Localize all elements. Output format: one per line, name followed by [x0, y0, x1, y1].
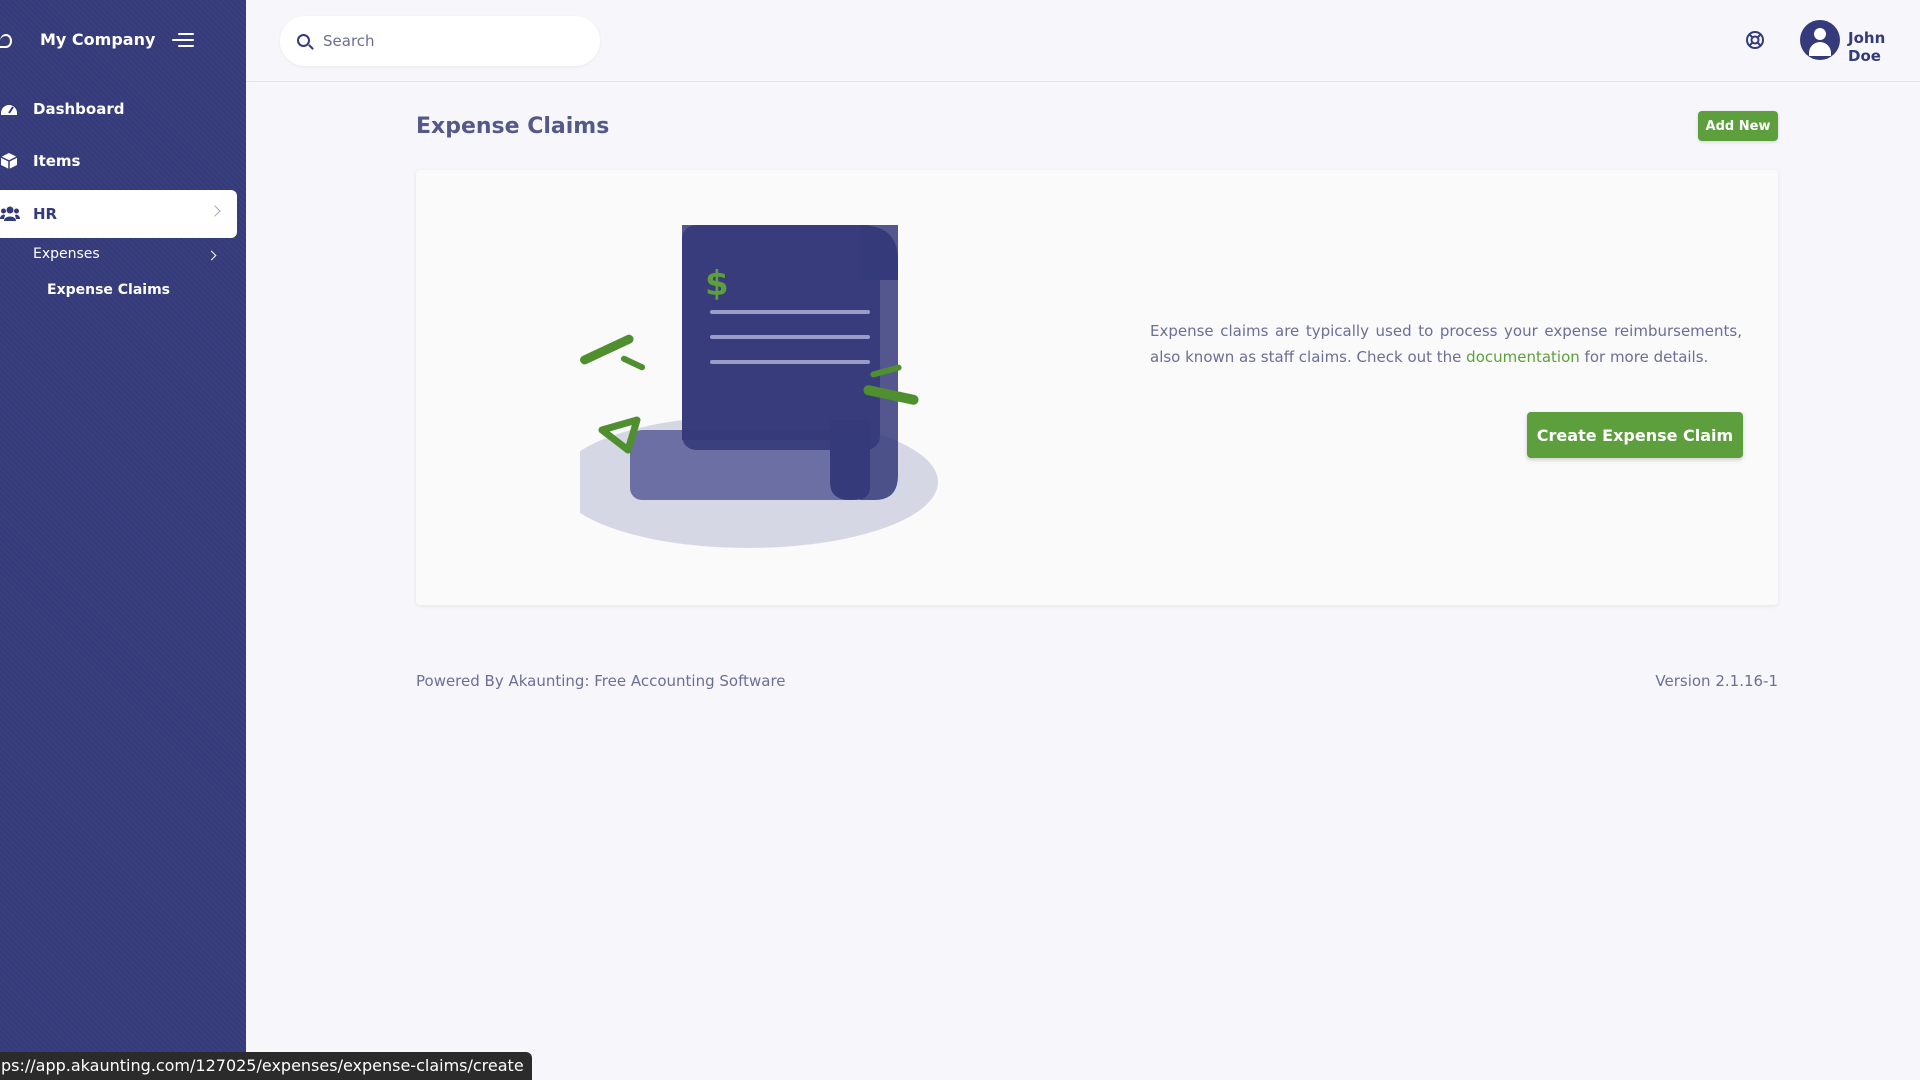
- cube-icon: [0, 153, 18, 169]
- svg-text:$: $: [705, 264, 729, 304]
- sidebar-subitem-expenses[interactable]: Expenses: [33, 246, 223, 268]
- sidebar-toggle-icon[interactable]: [172, 33, 194, 49]
- search-input[interactable]: [323, 28, 583, 54]
- company-name: My Company: [40, 30, 156, 49]
- footer-powered-by: Powered By Akaunting: Free Accounting So…: [416, 672, 786, 690]
- status-bar-url: ps://app.akaunting.com/127025/expenses/e…: [0, 1052, 532, 1080]
- chevron-right-icon: [206, 250, 217, 261]
- sidebar: My Company Dashboard Items HR Expenses E…: [0, 0, 246, 1080]
- page-title: Expense Claims: [416, 114, 610, 139]
- dashboard-icon: [1, 105, 17, 115]
- users-icon: [0, 206, 20, 221]
- search-icon: [297, 34, 310, 47]
- user-name[interactable]: John Doe: [1848, 29, 1920, 65]
- footer-version: Version 2.1.16-1: [1655, 672, 1778, 690]
- sidebar-item-hr[interactable]: HR: [0, 190, 237, 238]
- company-logo-icon: [0, 34, 12, 48]
- add-new-button[interactable]: Add New: [1698, 111, 1778, 141]
- search-box[interactable]: [280, 16, 600, 66]
- company-switcher[interactable]: My Company: [0, 24, 246, 58]
- create-expense-claim-button[interactable]: Create Expense Claim: [1527, 412, 1743, 458]
- description-text: for more details.: [1579, 348, 1709, 366]
- expense-receipt-illustration-icon: $: [580, 225, 938, 548]
- sidebar-subitem-expense-claims[interactable]: Expense Claims: [47, 282, 170, 298]
- sidebar-subitem-label: Expenses: [33, 246, 100, 262]
- documentation-link[interactable]: documentation: [1466, 348, 1580, 366]
- sidebar-item-dashboard[interactable]: Dashboard: [0, 85, 237, 133]
- footer-text: Powered By: [416, 672, 509, 690]
- sidebar-item-label: HR: [33, 205, 58, 223]
- help-icon[interactable]: [1745, 30, 1765, 50]
- chevron-right-icon: [209, 205, 221, 217]
- sidebar-item-label: Items: [33, 152, 81, 170]
- sidebar-item-label: Dashboard: [33, 100, 125, 118]
- empty-state-description: Expense claims are typically used to pro…: [1150, 318, 1742, 370]
- user-avatar-icon[interactable]: [1800, 20, 1840, 60]
- topbar: John Doe: [246, 0, 1920, 82]
- akaunting-link[interactable]: Akaunting: Free Accounting Software: [508, 672, 785, 690]
- sidebar-item-items[interactable]: Items: [0, 137, 237, 185]
